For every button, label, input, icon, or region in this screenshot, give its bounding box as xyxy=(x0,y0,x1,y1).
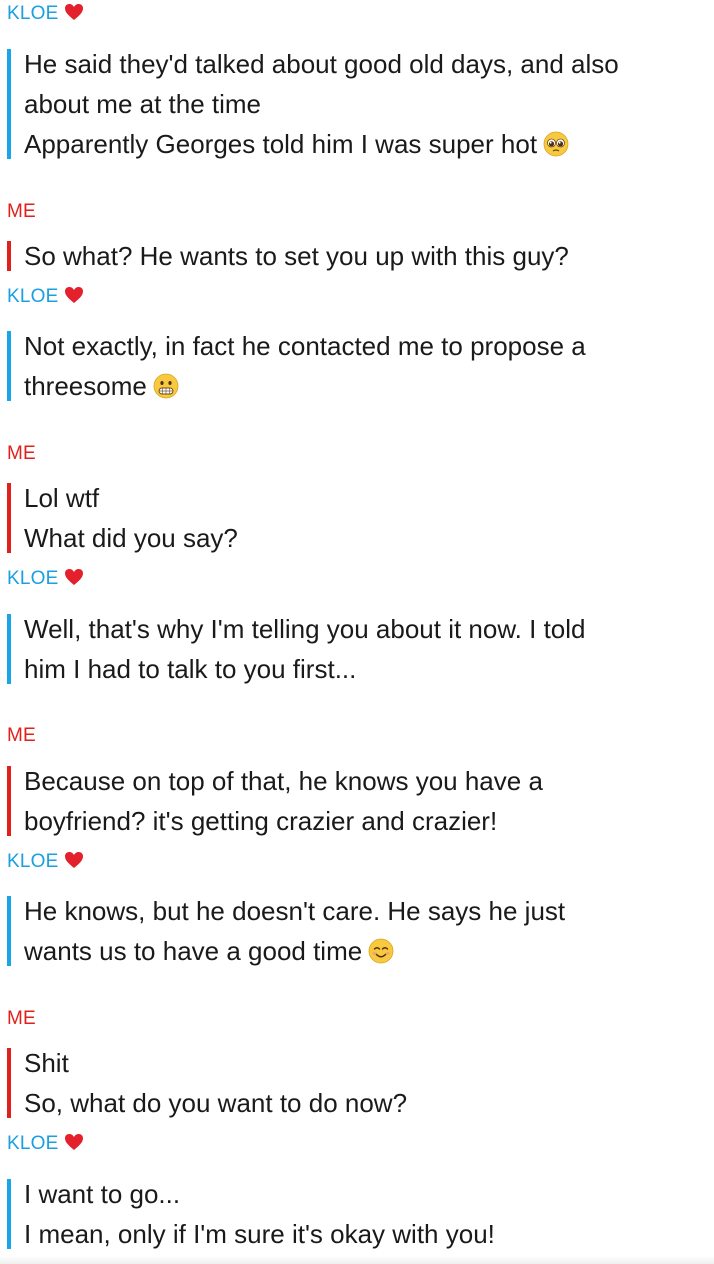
message-bubble: Not exactly, in fact he contacted me to … xyxy=(7,326,697,406)
message-line: Shit xyxy=(24,1048,69,1078)
message-line: Lol wtf xyxy=(24,483,100,513)
pleading-face-icon xyxy=(543,131,569,157)
bottom-edge-shadow xyxy=(0,1256,714,1264)
red-heart-icon xyxy=(64,569,83,585)
message-line: him I had to talk to you first... xyxy=(24,654,357,684)
message-line: So what? He wants to set you up with thi… xyxy=(24,241,569,271)
message-bubble: Lol wtf What did you say? xyxy=(7,478,697,558)
smiling-face-icon xyxy=(368,938,394,964)
sender-label-me: ME xyxy=(7,443,36,464)
message-line: boyfriend? it's getting crazier and craz… xyxy=(24,806,498,836)
sender-label-kloe: KLOE xyxy=(7,851,84,873)
message-bubble: Because on top of that, he knows you hav… xyxy=(7,761,697,841)
message-line: Not exactly, in fact he contacted me to … xyxy=(24,331,586,361)
message-bubble: Shit So, what do you want to do now? xyxy=(7,1043,697,1123)
message-line: Well, that's why I'm telling you about i… xyxy=(24,614,586,644)
sender-label-kloe: KLOE xyxy=(7,1133,84,1155)
message-bubble: He said they'd talked about good old day… xyxy=(7,44,697,164)
sender-name: KLOE xyxy=(7,286,59,307)
red-heart-icon xyxy=(64,4,83,20)
sender-label-kloe: KLOE xyxy=(7,3,84,25)
message-line: What did you say? xyxy=(24,523,238,553)
sender-name: KLOE xyxy=(7,1133,59,1154)
sender-name: KLOE xyxy=(7,3,59,24)
red-heart-icon xyxy=(64,1134,83,1150)
message-line: about me at the time xyxy=(24,89,262,119)
sender-label-me: ME xyxy=(7,1008,36,1029)
message-line: He knows, but he doesn't care. He says h… xyxy=(24,896,566,926)
message-bubble: He knows, but he doesn't care. He says h… xyxy=(7,891,697,971)
message-line: He said they'd talked about good old day… xyxy=(24,49,619,79)
message-line: Because on top of that, he knows you hav… xyxy=(24,766,543,796)
sender-name: KLOE xyxy=(7,851,59,872)
message-line: Apparently Georges told him I was super … xyxy=(24,129,538,159)
message-bubble: So what? He wants to set you up with thi… xyxy=(7,236,697,276)
sender-label-me: ME xyxy=(7,725,36,746)
red-heart-icon xyxy=(64,852,83,868)
message-line: So, what do you want to do now? xyxy=(24,1088,408,1118)
red-heart-icon xyxy=(64,287,83,303)
sender-label-me: ME xyxy=(7,201,36,222)
sender-name: KLOE xyxy=(7,568,59,589)
message-bubble: Well, that's why I'm telling you about i… xyxy=(7,609,697,689)
message-line: I want to go... xyxy=(24,1179,181,1209)
message-line: I mean, only if I'm sure it's okay with … xyxy=(24,1219,495,1249)
grimacing-face-icon xyxy=(153,373,179,399)
sender-label-kloe: KLOE xyxy=(7,286,84,308)
message-line: wants us to have a good time xyxy=(24,936,363,966)
message-line: threesome xyxy=(24,371,147,401)
sender-label-kloe: KLOE xyxy=(7,568,84,590)
message-bubble: I want to go... I mean, only if I'm sure… xyxy=(7,1174,697,1254)
